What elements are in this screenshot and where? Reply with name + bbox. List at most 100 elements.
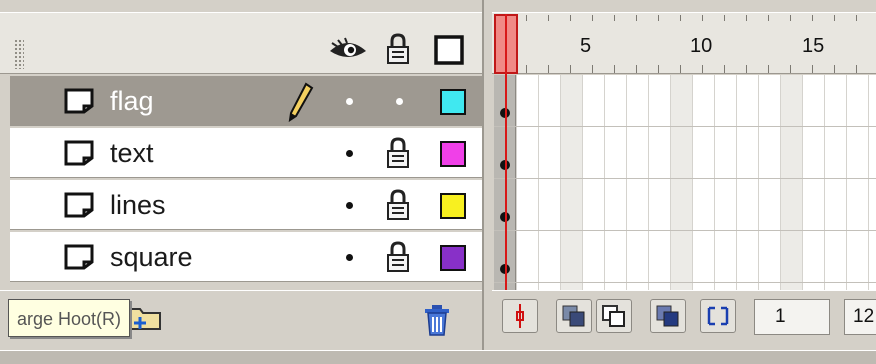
frame-divider <box>538 75 539 291</box>
layer-name[interactable]: text <box>110 137 154 169</box>
visibility-dot[interactable] <box>346 150 353 157</box>
visibility-dot[interactable] <box>346 254 353 261</box>
ruler-tick <box>570 15 571 21</box>
panel-grip-icon[interactable] <box>14 39 24 69</box>
ruler-tick <box>680 15 681 21</box>
eye-icon[interactable] <box>328 37 368 68</box>
ruler-tick <box>812 65 813 73</box>
layers-header <box>0 12 482 74</box>
ruler-tick <box>790 15 791 21</box>
ruler-tick <box>658 15 659 21</box>
layers-toolbar: arge Hoot(R) <box>0 290 482 350</box>
frame-divider <box>560 75 561 291</box>
frame-divider <box>758 75 759 291</box>
ruler-tick <box>570 65 571 73</box>
frame-ruler[interactable]: 1 5 10 15 <box>492 12 876 74</box>
layers-panel: flag text lines square arge Hoot(R) <box>0 0 482 364</box>
visibility-dot[interactable] <box>346 202 353 209</box>
ruler-tick <box>856 65 857 73</box>
frame-divider <box>604 75 605 291</box>
ruler-label: 15 <box>802 35 825 57</box>
frame-divider <box>626 75 627 291</box>
layer-row-text[interactable]: text <box>10 128 482 178</box>
layer-name[interactable]: lines <box>110 189 166 221</box>
ruler-tick <box>614 15 615 21</box>
frame-row-divider <box>494 178 876 179</box>
status-strip <box>0 350 876 364</box>
layer-name[interactable]: square <box>110 241 193 273</box>
ruler-tick <box>526 65 527 73</box>
ruler-tick <box>702 65 703 73</box>
visibility-dot[interactable] <box>346 98 353 105</box>
onion-skin-icon[interactable] <box>556 299 592 333</box>
ruler-tick <box>724 65 725 73</box>
playhead-line <box>505 14 507 294</box>
frame-divider <box>780 75 781 291</box>
frame-rate-field[interactable]: 12 <box>844 299 876 335</box>
current-frame-field[interactable]: 1 <box>754 299 830 335</box>
layer-row-flag[interactable]: flag <box>10 76 482 126</box>
frame-row-divider <box>494 230 876 231</box>
ruler-tick <box>636 15 637 21</box>
ruler-tick <box>834 65 835 73</box>
frame-divider <box>736 75 737 291</box>
frame-divider <box>648 75 649 291</box>
ruler-tick <box>680 65 681 73</box>
frame-divider <box>516 75 517 291</box>
frame-divider <box>670 75 671 291</box>
delete-layer-icon[interactable] <box>422 303 452 337</box>
lock-dot[interactable] <box>396 98 403 105</box>
ruler-label: 10 <box>690 35 713 57</box>
lock-icon[interactable] <box>385 188 411 222</box>
timeline-toolbar: 1 12 <box>492 290 876 350</box>
center-frame-icon[interactable] <box>502 299 538 333</box>
frame-divider <box>692 75 693 291</box>
ruler-tick <box>592 15 593 21</box>
timeline-window: flag text lines square arge Hoot(R) 5 10… <box>0 0 876 364</box>
frame-row-divider <box>494 126 876 127</box>
ruler-tick <box>702 15 703 21</box>
ruler-tick <box>812 15 813 21</box>
frame-divider <box>824 75 825 291</box>
outline-icon[interactable] <box>434 35 464 70</box>
frame-grid[interactable] <box>494 75 876 291</box>
frame-divider <box>846 75 847 291</box>
timeline-panel: 1 5 10 15 <box>482 0 876 364</box>
ruler-tick <box>526 15 527 21</box>
frame-divider <box>802 75 803 291</box>
ruler-tick <box>658 65 659 73</box>
ruler-tick <box>746 65 747 73</box>
ruler-tick <box>592 65 593 73</box>
tooltip: arge Hoot(R) <box>8 299 131 337</box>
lock-icon[interactable] <box>385 240 411 274</box>
ruler-tick <box>746 15 747 21</box>
layer-row-square[interactable]: square <box>10 232 482 282</box>
ruler-tick <box>768 65 769 73</box>
modify-onion-markers-icon[interactable] <box>700 299 736 333</box>
layer-name[interactable]: flag <box>110 85 154 117</box>
layer-color-swatch[interactable] <box>440 193 466 219</box>
ruler-tick <box>636 65 637 73</box>
ruler-tick <box>790 65 791 73</box>
layer-color-swatch[interactable] <box>440 245 466 271</box>
ruler-tick <box>724 15 725 21</box>
ruler-tick <box>614 65 615 73</box>
ruler-tick <box>834 15 835 21</box>
lock-icon[interactable] <box>385 136 411 170</box>
layer-icon <box>64 88 94 114</box>
layer-row-lines[interactable]: lines <box>10 180 482 230</box>
lock-icon[interactable] <box>386 33 410 70</box>
layer-icon <box>64 244 94 270</box>
layer-color-swatch[interactable] <box>440 141 466 167</box>
frame-divider <box>868 75 869 291</box>
ruler-tick <box>548 15 549 21</box>
frame-divider <box>714 75 715 291</box>
ruler-tick <box>856 15 857 21</box>
layer-icon <box>64 192 94 218</box>
onion-skin-outlines-icon[interactable] <box>596 299 632 333</box>
edit-multiple-frames-icon[interactable] <box>650 299 686 333</box>
layer-color-swatch[interactable] <box>440 89 466 115</box>
insert-layer-folder-icon[interactable] <box>126 301 166 333</box>
frame-row-divider <box>494 282 876 283</box>
pencil-icon <box>288 82 314 122</box>
